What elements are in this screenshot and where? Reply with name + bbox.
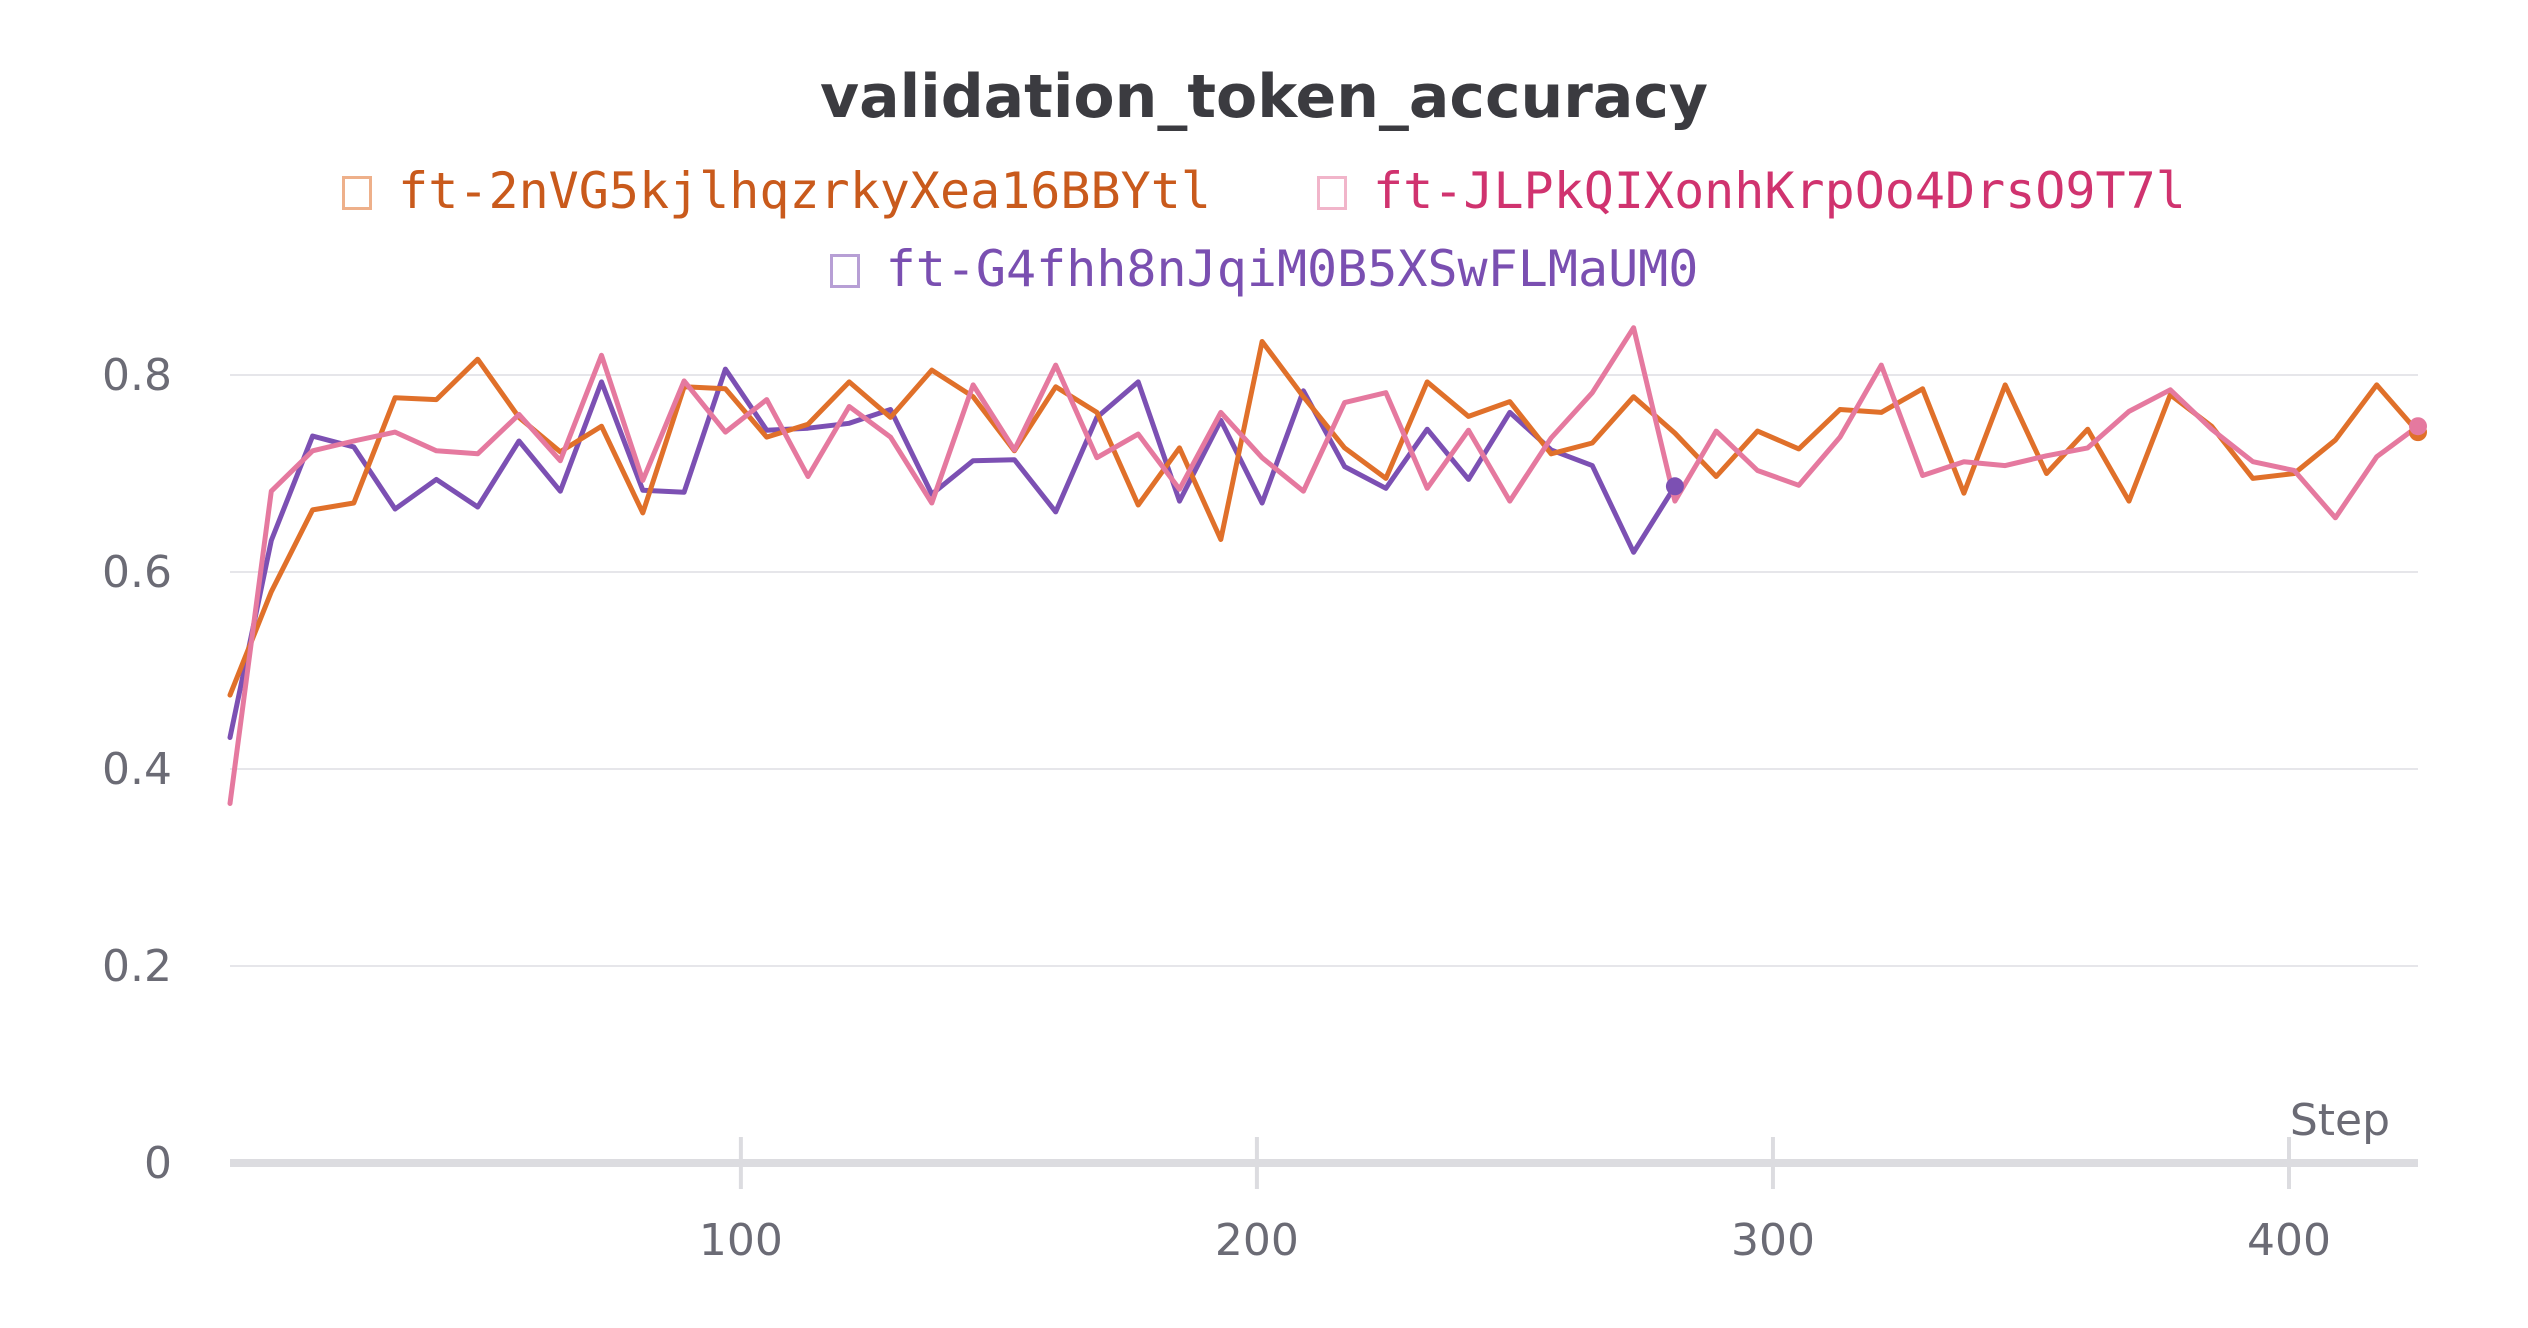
series-line-2[interactable]: [227, 325, 2421, 806]
x-tick-label-0: 100: [699, 1215, 783, 1266]
y-tick-label-2: 0.4: [102, 744, 172, 795]
x-axis-ticks: 100 200 300 400: [699, 1137, 2331, 1266]
y-axis-ticks: 0 0.2 0.4 0.6 0.8: [102, 350, 172, 1189]
y-tick-label-3: 0.6: [102, 547, 172, 598]
series-end-point-3[interactable]: [1665, 477, 1684, 496]
series-line-1[interactable]: [227, 339, 2421, 698]
y-tick-label-4: 0.8: [102, 350, 172, 401]
y-tick-label-0: 0: [144, 1138, 172, 1189]
x-axis-label: Step: [2290, 1095, 2390, 1146]
x-tick-label-3: 400: [2247, 1215, 2331, 1266]
gridlines: [230, 374, 2418, 967]
chart-plot: 0 0.2 0.4 0.6 0.8 100 200 300 400 Step: [102, 325, 2427, 1266]
x-tick-label-1: 200: [1215, 1215, 1299, 1266]
y-tick-label-1: 0.2: [102, 941, 172, 992]
series-lines: [227, 325, 2421, 806]
series-end-point-2[interactable]: [2409, 417, 2427, 436]
x-tick-label-2: 300: [1731, 1215, 1815, 1266]
series-line-3[interactable]: [227, 366, 1678, 740]
